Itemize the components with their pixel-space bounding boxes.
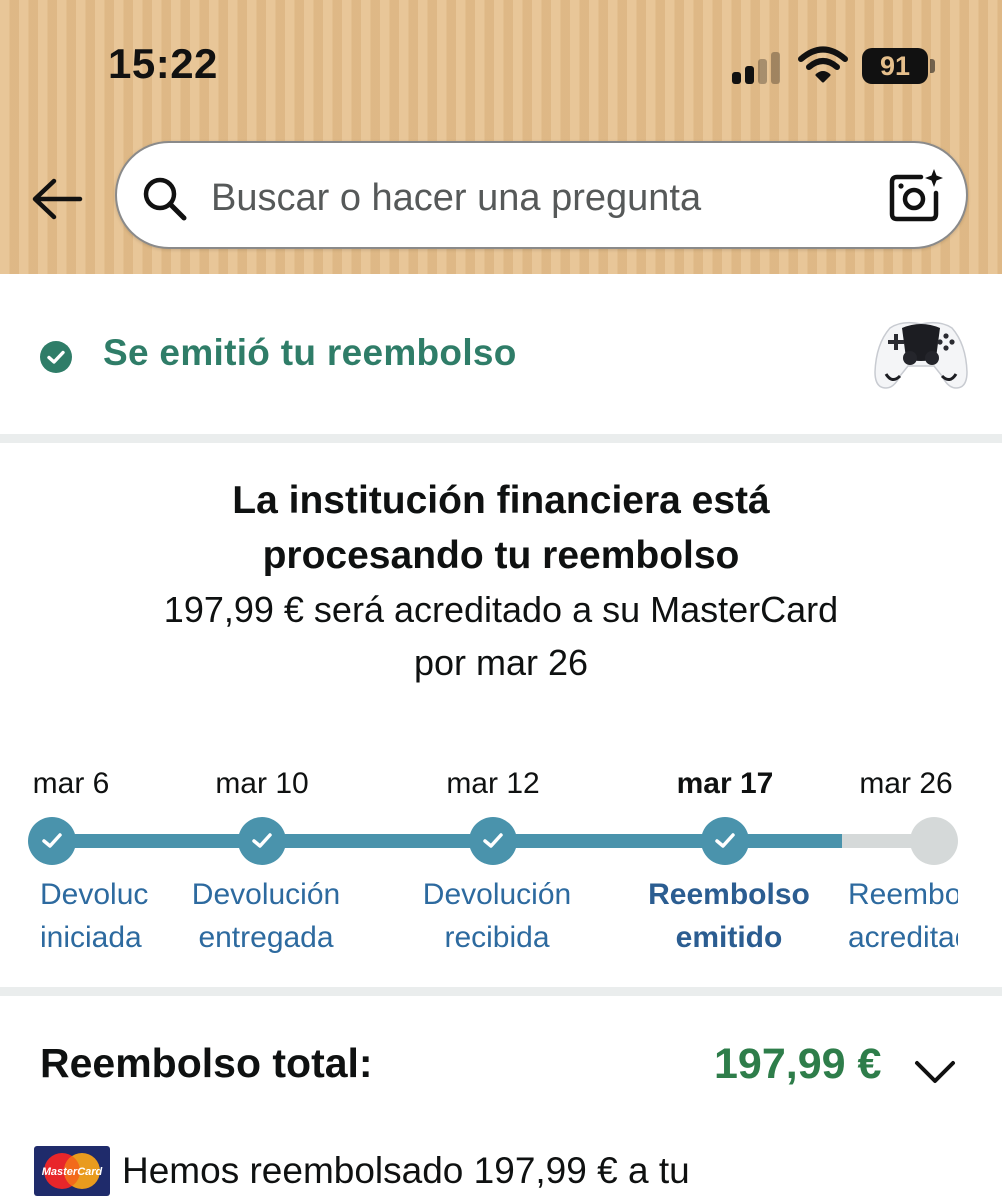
battery-cap: [930, 59, 935, 73]
battery-level: 91: [879, 50, 911, 81]
section-divider: [0, 434, 1002, 443]
step-date: mar 10: [215, 767, 309, 800]
step-label-line: Devolución: [40, 878, 150, 911]
step-date-current: mar 17: [676, 767, 774, 800]
chevron-down-icon[interactable]: [912, 1054, 958, 1088]
title-line-1: La institución financiera está: [232, 479, 770, 522]
back-arrow-icon[interactable]: [30, 176, 84, 222]
wifi-icon: [798, 46, 848, 83]
step-label-line: iniciada: [40, 921, 142, 954]
step-label: Devolución entregada: [172, 873, 360, 959]
step-label-line: Devolución: [191, 878, 341, 911]
step-label-line: entregada: [198, 921, 334, 954]
step-check-icon: [701, 817, 749, 865]
step-date: mar 26: [859, 767, 953, 800]
search-icon: [143, 177, 187, 221]
step-label-line: recibida: [444, 921, 550, 954]
refund-detail-text: Hemos reembolsado 197,99 € a tu: [122, 1150, 690, 1191]
step-date: mar 6: [32, 767, 110, 800]
refund-progress-tracker: mar 6 mar 10 mar 12 mar 17 mar 26 Devolu…: [0, 755, 1002, 965]
refund-status-row[interactable]: Se emitió tu reembolso: [0, 274, 1002, 434]
search-bar[interactable]: [115, 141, 968, 249]
step-label: Reembolso acreditado: [848, 873, 958, 959]
step-label-line: emitido: [675, 921, 783, 954]
step-pending-dot: [910, 817, 958, 865]
camera-sparkle-icon[interactable]: [887, 167, 945, 225]
refund-processing-title: La institución financiera está procesand…: [0, 473, 1002, 583]
step-check-icon: [469, 817, 517, 865]
status-time: 15:22: [108, 40, 218, 87]
app-header: 15:22 91: [0, 0, 1002, 274]
step-check-icon: [238, 817, 286, 865]
step-label-current: Reembolso emitido: [635, 873, 823, 959]
credit-note-line-1: 197,99 € será acreditado a su MasterCard: [163, 589, 839, 630]
refund-total-value[interactable]: 197,99 €: [714, 1040, 881, 1089]
step-label-line: Reembolso: [848, 878, 958, 911]
game-controller-image[interactable]: [872, 314, 970, 394]
step-label: Devolución recibida: [403, 873, 591, 959]
cellular-signal-icon: [732, 50, 784, 84]
battery-indicator: 91: [862, 48, 928, 84]
refund-status-text: Se emitió tu reembolso: [103, 332, 517, 373]
mastercard-logo-circles: MasterCard: [42, 1153, 103, 1189]
mastercard-logo: MasterCard: [34, 1146, 110, 1196]
step-label: Devolución iniciada: [40, 873, 150, 959]
refund-total-label: Reembolso total:: [40, 1040, 373, 1086]
title-line-2: procesando tu reembolso: [262, 534, 740, 577]
step-label-line: Reembolso: [648, 878, 810, 911]
search-input[interactable]: [211, 173, 851, 223]
check-circle-icon: [40, 341, 72, 373]
refund-credit-note: 197,99 € será acreditado a su MasterCard…: [0, 583, 1002, 689]
mastercard-wordmark: MasterCard: [42, 1166, 103, 1178]
credit-note-line-2: por mar 26: [413, 642, 589, 683]
step-label-line: Devolución: [422, 878, 572, 911]
step-label-line: acreditado: [848, 921, 958, 954]
step-date: mar 12: [446, 767, 540, 800]
section-divider: [0, 987, 1002, 996]
step-check-icon: [28, 817, 76, 865]
